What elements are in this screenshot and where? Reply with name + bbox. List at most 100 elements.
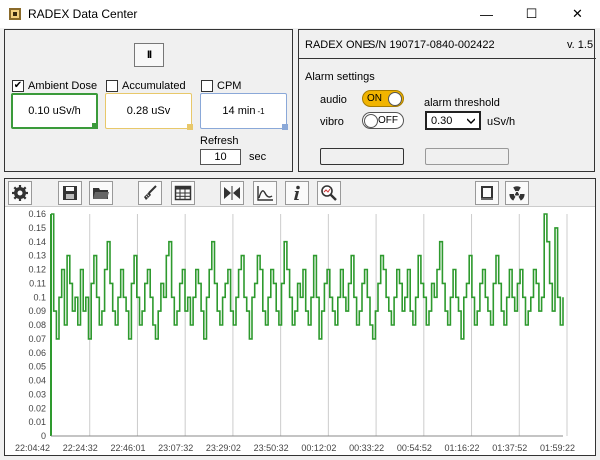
alarm-threshold-label: alarm threshold bbox=[424, 97, 500, 109]
radiation-button[interactable] bbox=[505, 181, 529, 205]
color-marker-icon bbox=[187, 124, 193, 130]
y-tick-label: 0.01 bbox=[28, 417, 46, 427]
clear-button[interactable] bbox=[138, 181, 162, 205]
ambient-dose-label: Ambient Dose bbox=[28, 80, 98, 92]
toggle-knob-icon bbox=[388, 91, 402, 106]
fit-icon bbox=[224, 186, 240, 200]
alarm-threshold-unit: uSv/h bbox=[487, 116, 516, 128]
y-tick-label: 0.16 bbox=[28, 209, 46, 219]
ambient-dose-reading: 0.10 uSv/h bbox=[28, 105, 81, 117]
measurement-panel: II ✔ Ambient Dose Accumulated CPM 0.10 u… bbox=[4, 29, 293, 172]
y-tick-label: 0.11 bbox=[29, 278, 46, 288]
device-name: RADEX ONE bbox=[305, 39, 370, 51]
minimize-button[interactable]: — bbox=[464, 0, 509, 28]
save-button[interactable] bbox=[58, 181, 82, 205]
checkbox-checked-icon: ✔ bbox=[12, 80, 24, 92]
y-tick-label: 0.06 bbox=[28, 348, 46, 358]
x-tick-label: 01:37:52 bbox=[492, 443, 527, 453]
table-icon bbox=[174, 185, 192, 201]
ambient-dose-value: 0.10 uSv/h bbox=[11, 93, 98, 129]
x-tick-label: 01:59:22 bbox=[540, 443, 575, 453]
curve-button[interactable] bbox=[253, 181, 277, 205]
chart-panel: 22:04:42 22:24:32 22:46:01 23:07:32 23:29:02… bbox=[4, 178, 596, 456]
refresh-label: Refresh bbox=[200, 135, 239, 147]
chart-toolbar bbox=[5, 179, 595, 207]
accumulated-value: 0.28 uSv bbox=[105, 93, 193, 130]
status-field bbox=[320, 148, 404, 165]
divider bbox=[299, 58, 596, 59]
x-tick-label: 22:46:01 bbox=[110, 443, 145, 453]
cpm-label: CPM bbox=[217, 80, 242, 92]
close-button[interactable]: ✕ bbox=[555, 0, 600, 28]
book-button[interactable] bbox=[475, 181, 499, 205]
title-bar: RADEX Data Center — ☐ ✕ bbox=[0, 0, 600, 28]
y-tick-label: 0.1 bbox=[33, 292, 46, 302]
audio-toggle[interactable]: ON bbox=[362, 90, 404, 107]
vibro-toggle[interactable]: OFF bbox=[362, 112, 404, 129]
y-tick-label: 0.08 bbox=[28, 320, 46, 330]
settings-button[interactable] bbox=[8, 181, 32, 205]
ambient-dose-series bbox=[51, 213, 564, 340]
app-logo-icon bbox=[9, 8, 21, 20]
refresh-unit: sec bbox=[249, 151, 267, 163]
y-tick-label: 0.13 bbox=[28, 251, 46, 261]
color-marker-icon bbox=[92, 123, 98, 129]
status-field-secondary bbox=[425, 148, 509, 165]
pause-button[interactable]: II bbox=[134, 43, 164, 67]
y-tick-label: 0.03 bbox=[28, 389, 46, 399]
audio-state: ON bbox=[367, 93, 382, 104]
search-button[interactable] bbox=[317, 181, 341, 205]
curve-icon bbox=[257, 186, 273, 201]
x-tick-label: 00:54:52 bbox=[397, 443, 432, 453]
settings-icon bbox=[12, 185, 28, 201]
x-tick-label: 01:16:22 bbox=[445, 443, 480, 453]
device-serial: S/N 190717-0840-002422 bbox=[368, 39, 495, 51]
dose-rate-chart[interactable]: 22:04:42 22:24:32 22:46:01 23:07:32 23:29:02… bbox=[5, 207, 595, 455]
app-window: RADEX Data Center — ☐ ✕ II ✔ Ambient Dos… bbox=[0, 0, 600, 460]
y-tick-label: 0.12 bbox=[28, 265, 46, 275]
fit-button[interactable] bbox=[220, 181, 244, 205]
window-title: RADEX Data Center bbox=[28, 7, 138, 21]
alarm-threshold-select[interactable]: 0.30 bbox=[425, 111, 481, 130]
y-tick-label: 0.07 bbox=[28, 334, 46, 344]
x-tick-label: 23:29:02 bbox=[206, 443, 241, 453]
y-tick-label: 0.02 bbox=[28, 403, 46, 413]
search-icon bbox=[321, 185, 337, 201]
accumulated-reading: 0.28 uSv bbox=[126, 105, 171, 117]
x-tick-label: 00:33:22 bbox=[349, 443, 384, 453]
x-tick-label: 23:07:32 bbox=[158, 443, 193, 453]
y-tick-label: 0.14 bbox=[28, 237, 46, 247]
y-tick-label: 0.15 bbox=[28, 223, 46, 233]
info-button[interactable] bbox=[285, 181, 309, 205]
device-panel: RADEX ONE S/N 190717-0840-002422 v. 1.5 … bbox=[298, 29, 596, 172]
x-tick-label: 23:50:32 bbox=[254, 443, 289, 453]
audio-label: audio bbox=[320, 94, 347, 106]
accumulated-checkbox[interactable]: Accumulated bbox=[106, 80, 186, 92]
radiation-icon bbox=[509, 186, 525, 201]
checkbox-unchecked-icon bbox=[201, 80, 213, 92]
vibro-state: OFF bbox=[378, 115, 398, 126]
x-tick-label: 00:12:02 bbox=[301, 443, 336, 453]
table-button[interactable] bbox=[171, 181, 195, 205]
info-icon bbox=[294, 185, 300, 200]
alarm-threshold-value: 0.30 bbox=[431, 114, 453, 127]
cpm-checkbox[interactable]: CPM bbox=[201, 80, 241, 92]
refresh-input[interactable]: 10 bbox=[200, 149, 241, 165]
book-icon bbox=[481, 186, 493, 200]
open-folder-button[interactable] bbox=[89, 181, 113, 205]
save-icon bbox=[63, 186, 77, 200]
alarm-settings-title: Alarm settings bbox=[305, 71, 375, 83]
y-tick-label: 0.04 bbox=[28, 376, 46, 386]
x-tick-label: 22:24:32 bbox=[63, 443, 98, 453]
cpm-unit-superscript: -1 bbox=[257, 106, 265, 116]
clear-broom-icon bbox=[144, 185, 157, 200]
cpm-reading: 14 min bbox=[222, 105, 256, 117]
maximize-button[interactable]: ☐ bbox=[509, 0, 554, 28]
chevron-down-icon bbox=[467, 118, 475, 124]
ambient-dose-checkbox[interactable]: ✔ Ambient Dose bbox=[12, 80, 97, 92]
y-tick-label: 0.05 bbox=[28, 362, 46, 372]
y-tick-label: 0 bbox=[41, 431, 46, 441]
open-folder-icon bbox=[93, 188, 109, 199]
cpm-value: 14 min -1 bbox=[200, 93, 288, 130]
x-tick-label: 22:04:42 bbox=[15, 443, 50, 453]
